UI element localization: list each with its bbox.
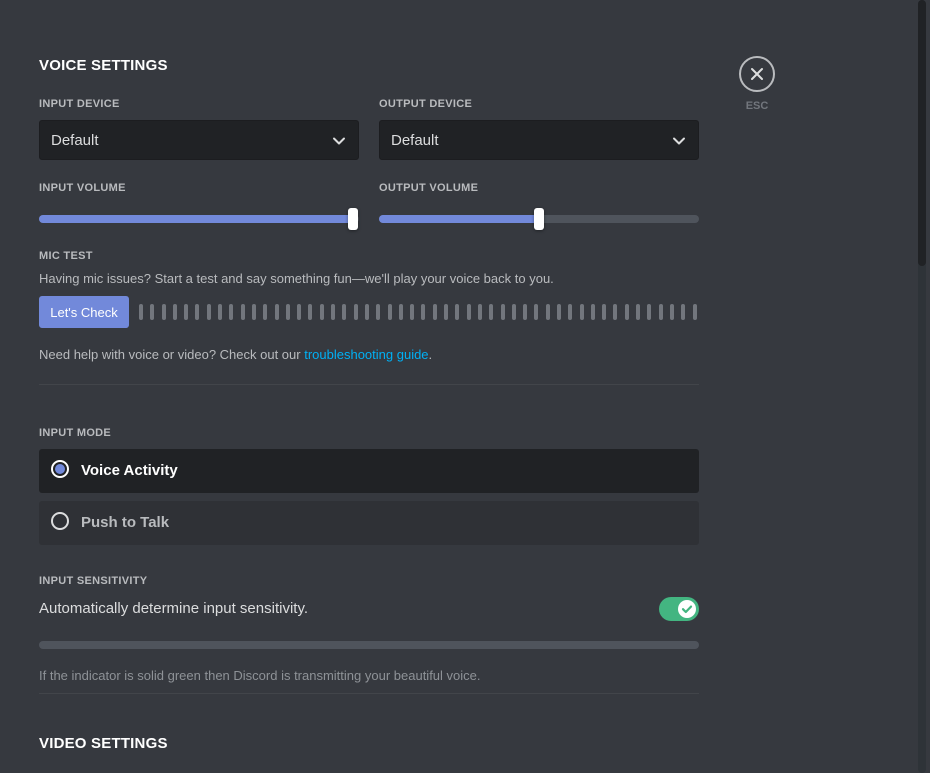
chevron-down-icon bbox=[333, 137, 345, 145]
slider-grabber[interactable] bbox=[534, 208, 544, 230]
meter-bar bbox=[602, 304, 607, 320]
meter-bar bbox=[421, 304, 426, 320]
radio-unchecked-icon bbox=[51, 512, 69, 530]
toggle-knob bbox=[678, 600, 696, 618]
slider-fill bbox=[379, 215, 539, 223]
meter-bar bbox=[353, 304, 358, 320]
input-volume-slider[interactable] bbox=[39, 207, 359, 231]
auto-sensitivity-toggle[interactable] bbox=[659, 597, 699, 621]
help-text: Need help with voice or video? Check out… bbox=[39, 347, 305, 362]
input-device-label: INPUT DEVICE bbox=[39, 98, 120, 110]
meter-bar bbox=[579, 304, 584, 320]
troubleshooting-help: Need help with voice or video? Check out… bbox=[39, 347, 432, 362]
meter-bar bbox=[331, 304, 336, 320]
meter-bar bbox=[556, 304, 561, 320]
scrollbar-thumb[interactable] bbox=[918, 0, 926, 266]
meter-bar bbox=[568, 304, 573, 320]
meter-bar bbox=[297, 304, 302, 320]
input-mode-push-to-talk[interactable]: Push to Talk bbox=[39, 501, 699, 545]
slider-grabber[interactable] bbox=[347, 208, 358, 230]
meter-bar bbox=[681, 304, 686, 320]
meter-bar bbox=[376, 304, 381, 320]
meter-bar bbox=[308, 304, 313, 320]
meter-bar bbox=[218, 304, 223, 320]
meter-bar bbox=[624, 304, 629, 320]
meter-bar bbox=[285, 304, 290, 320]
troubleshooting-guide-link[interactable]: troubleshooting guide bbox=[304, 347, 428, 362]
output-volume-slider[interactable] bbox=[379, 207, 699, 231]
meter-bar bbox=[342, 304, 347, 320]
meter-bar bbox=[477, 304, 482, 320]
meter-bar bbox=[139, 304, 143, 320]
section-divider bbox=[39, 384, 699, 385]
output-device-label: OUTPUT DEVICE bbox=[379, 98, 473, 110]
meter-bar bbox=[150, 304, 155, 320]
radio-dot bbox=[55, 464, 65, 474]
output-device-select[interactable]: Default bbox=[379, 120, 699, 160]
meter-bar bbox=[364, 304, 369, 320]
meter-bar bbox=[274, 304, 279, 320]
meter-bar bbox=[172, 304, 177, 320]
output-volume-label: OUTPUT VOLUME bbox=[379, 182, 479, 194]
meter-bar bbox=[658, 304, 663, 320]
check-icon bbox=[681, 605, 693, 614]
mic-test-label: MIC TEST bbox=[39, 250, 93, 262]
meter-bar bbox=[613, 304, 618, 320]
meter-bar bbox=[523, 304, 528, 320]
mic-test-description: Having mic issues? Start a test and say … bbox=[39, 271, 554, 286]
settings-page: VOICE SETTINGS INPUT DEVICE OUTPUT DEVIC… bbox=[0, 0, 930, 773]
mic-level-meter bbox=[139, 304, 697, 320]
input-device-select[interactable]: Default bbox=[39, 120, 359, 160]
voice-activity-label: Voice Activity bbox=[81, 462, 178, 479]
video-settings-title: VIDEO SETTINGS bbox=[39, 735, 168, 752]
push-to-talk-label: Push to Talk bbox=[81, 514, 170, 531]
meter-bar bbox=[545, 304, 550, 320]
lets-check-button[interactable]: Let's Check bbox=[39, 296, 129, 328]
meter-bar bbox=[398, 304, 403, 320]
meter-bar bbox=[240, 304, 245, 320]
meter-bar bbox=[263, 304, 268, 320]
meter-bar bbox=[636, 304, 641, 320]
input-sensitivity-label: INPUT SENSITIVITY bbox=[39, 575, 148, 587]
esc-label: ESC bbox=[745, 100, 769, 112]
input-device-value: Default bbox=[51, 132, 99, 149]
sensitivity-note: If the indicator is solid green then Dis… bbox=[39, 668, 481, 683]
meter-bar bbox=[432, 304, 437, 320]
meter-bar bbox=[387, 304, 392, 320]
meter-bar bbox=[511, 304, 516, 320]
meter-bar bbox=[195, 304, 200, 320]
meter-bar bbox=[534, 304, 539, 320]
meter-bar bbox=[184, 304, 189, 320]
input-mode-label: INPUT MODE bbox=[39, 427, 112, 439]
input-volume-label: INPUT VOLUME bbox=[39, 182, 126, 194]
close-button[interactable] bbox=[739, 56, 775, 92]
meter-bar bbox=[590, 304, 595, 320]
meter-bar bbox=[251, 304, 256, 320]
meter-bar bbox=[206, 304, 211, 320]
meter-bar bbox=[319, 304, 324, 320]
voice-settings-title: VOICE SETTINGS bbox=[39, 57, 168, 74]
slider-fill bbox=[39, 215, 353, 223]
output-device-value: Default bbox=[391, 132, 439, 149]
meter-bar bbox=[161, 304, 166, 320]
chevron-down-icon bbox=[673, 137, 685, 145]
meter-bar bbox=[410, 304, 415, 320]
meter-bar bbox=[669, 304, 674, 320]
meter-bar bbox=[455, 304, 460, 320]
close-icon bbox=[751, 68, 763, 80]
meter-bar bbox=[466, 304, 471, 320]
help-suffix: . bbox=[428, 347, 433, 362]
sensitivity-indicator-bar bbox=[39, 641, 699, 649]
meter-bar bbox=[500, 304, 505, 320]
meter-bar bbox=[444, 304, 449, 320]
auto-sensitivity-label: Automatically determine input sensitivit… bbox=[39, 600, 309, 617]
meter-bar bbox=[489, 304, 494, 320]
input-mode-voice-activity[interactable]: Voice Activity bbox=[39, 449, 699, 493]
section-divider bbox=[39, 693, 699, 694]
meter-bar bbox=[692, 304, 697, 320]
meter-bar bbox=[229, 304, 234, 320]
meter-bar bbox=[647, 304, 652, 320]
radio-checked-icon bbox=[51, 460, 69, 478]
